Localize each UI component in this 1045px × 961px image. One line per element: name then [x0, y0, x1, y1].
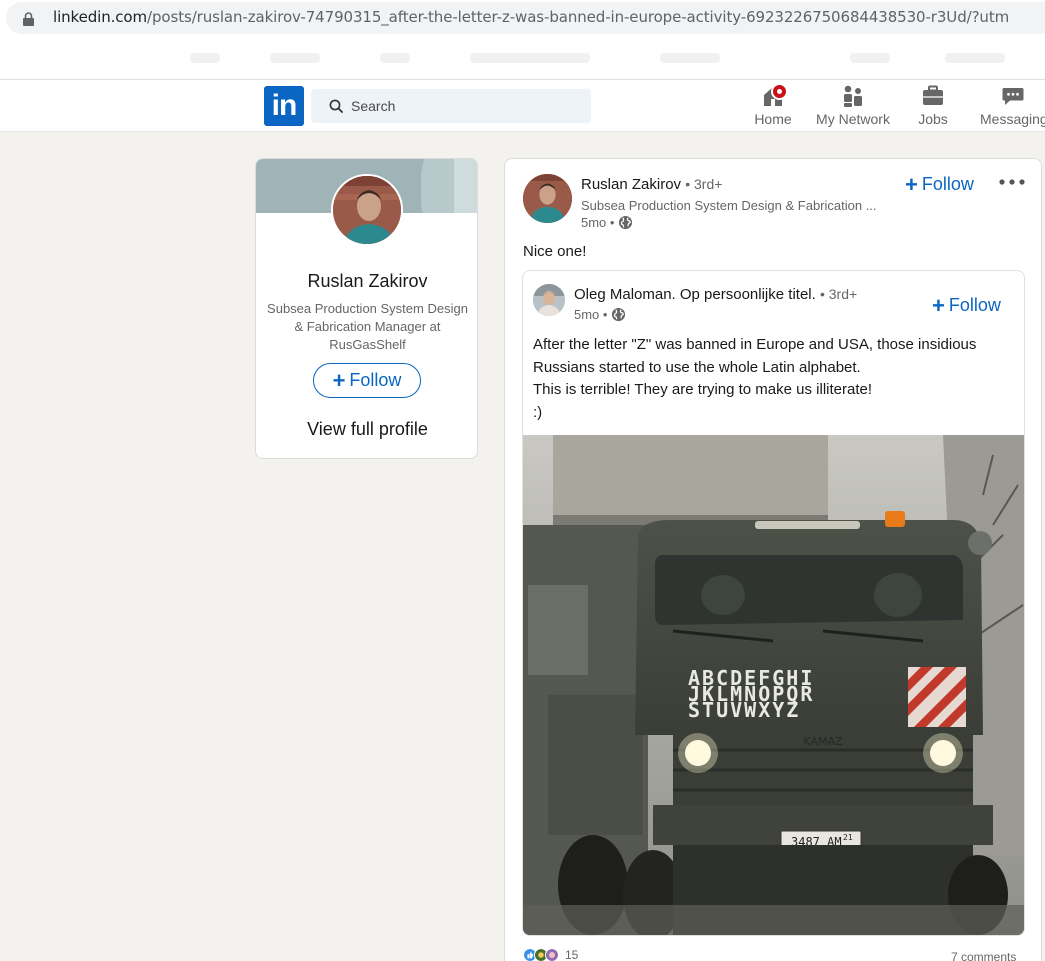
reshared-post[interactable]: Oleg Maloman. Op persoonlijke titel. • 3…	[522, 270, 1025, 936]
reshare-author-name-text: Oleg Maloman. Op persoonlijke titel.	[574, 286, 816, 303]
truck-photo: ABCDEFGHI JKLMNOPQR STUVWXYZ KAMAZ 3487 …	[523, 435, 1024, 935]
post-author-name-text: Ruslan Zakirov	[581, 176, 682, 193]
globe-icon	[612, 307, 626, 322]
reshare-text-line: :)	[533, 403, 543, 421]
reshare-text-line: After the letter "Z" was banned in Europ…	[533, 336, 977, 376]
nav-label-messaging: Messaging	[980, 111, 1045, 127]
url-domain: linkedin.com	[53, 8, 148, 26]
bookmark-item[interactable]	[380, 53, 410, 63]
avatar-photo	[523, 174, 572, 223]
url-text: linkedin.com/posts/ruslan-zakirov-747903…	[53, 8, 1009, 26]
reshare-follow-button[interactable]: + Follow	[932, 293, 1001, 319]
bookmark-item[interactable]	[850, 53, 890, 63]
url-bar[interactable]: linkedin.com/posts/ruslan-zakirov-747903…	[6, 2, 1045, 34]
license-plate-region: 21	[843, 833, 853, 842]
reshare-author-name[interactable]: Oleg Maloman. Op persoonlijke titel. • 3…	[574, 286, 857, 303]
funny-reaction-icon	[545, 948, 559, 961]
bookmark-item[interactable]	[190, 53, 220, 63]
avatar-photo	[333, 176, 401, 244]
post-image[interactable]: ABCDEFGHI JKLMNOPQR STUVWXYZ KAMAZ 3487 …	[523, 435, 1024, 935]
truck-text-line: STUVWXYZ	[688, 698, 800, 722]
reshare-author-avatar[interactable]	[533, 284, 565, 316]
grille-brand: KAMAZ	[803, 735, 843, 748]
profile-follow-label: Follow	[349, 370, 402, 390]
notification-badge	[771, 83, 788, 100]
search-input[interactable]	[351, 96, 581, 116]
globe-icon	[619, 215, 633, 230]
messaging-icon	[1002, 88, 1024, 105]
bookmark-item[interactable]	[270, 53, 320, 63]
browser-address-bar: linkedin.com/posts/ruslan-zakirov-747903…	[0, 0, 1045, 36]
nav-label-my-network: My Network	[816, 111, 890, 127]
linkedin-logo[interactable]: in	[264, 86, 304, 126]
reshare-text: After the letter "Z" was banned in Europ…	[533, 334, 1013, 424]
nav-item-my-network[interactable]: My Network	[815, 84, 891, 130]
url-path: /posts/ruslan-zakirov-74790315_after-the…	[147, 8, 1010, 26]
profile-headline: Subsea Production System Design & Fabric…	[267, 301, 468, 352]
plus-icon: +	[332, 368, 346, 393]
reshare-meta: 5mo •	[574, 307, 626, 322]
nav-label-jobs: Jobs	[918, 111, 948, 127]
lock-icon	[23, 12, 34, 26]
reactions-summary[interactable]: 15	[523, 948, 578, 961]
cover-decoration	[454, 159, 477, 213]
profile-card: Ruslan Zakirov Subsea Production System …	[255, 158, 478, 459]
bookmarks-bar	[0, 36, 1045, 80]
post-text: Nice one!	[523, 243, 587, 260]
bookmark-item[interactable]	[470, 53, 590, 63]
profile-name[interactable]: Ruslan Zakirov	[256, 271, 477, 292]
plus-icon: +	[905, 172, 918, 197]
nav-item-messaging[interactable]: Messaging	[980, 84, 1045, 130]
reshare-time: 5mo •	[574, 307, 608, 322]
bookmark-item[interactable]	[945, 53, 1005, 63]
reshare-text-line: This is terrible! They are trying to mak…	[533, 381, 873, 398]
avatar-photo	[533, 284, 565, 316]
profile-follow-button[interactable]: + Follow	[313, 363, 421, 398]
network-icon	[844, 85, 862, 107]
post-author-headline: Subsea Production System Design & Fabric…	[581, 198, 877, 213]
post-author-name[interactable]: Ruslan Zakirov • 3rd+	[581, 176, 722, 193]
nav-item-home[interactable]: Home	[751, 83, 795, 130]
post-card: Ruslan Zakirov • 3rd+ Subsea Production …	[504, 158, 1042, 961]
linkedin-top-nav: in Home My Network Jobs	[0, 80, 1045, 132]
post-author-avatar[interactable]	[523, 174, 572, 223]
reshare-follow-label: Follow	[948, 295, 1001, 315]
more-options-icon[interactable]	[998, 175, 1026, 189]
search-box[interactable]	[311, 89, 591, 123]
reaction-count: 15	[565, 948, 579, 961]
profile-avatar[interactable]	[331, 174, 403, 246]
connection-degree: • 3rd+	[685, 176, 723, 192]
post-follow-label: Follow	[921, 174, 974, 194]
post-meta: 5mo •	[581, 215, 633, 230]
post-time: 5mo •	[581, 215, 615, 230]
comments-count-link[interactable]: 7 comments	[951, 950, 1016, 961]
post-follow-button[interactable]: + Follow	[905, 172, 974, 197]
nav-label-home: Home	[754, 111, 792, 127]
bookmark-item[interactable]	[660, 53, 720, 63]
view-full-profile-link[interactable]: View full profile	[256, 419, 477, 440]
nav-item-jobs[interactable]: Jobs	[913, 84, 953, 130]
plus-icon: +	[932, 293, 945, 318]
briefcase-icon	[923, 85, 943, 105]
search-icon	[329, 99, 343, 113]
connection-degree: • 3rd+	[819, 286, 858, 302]
